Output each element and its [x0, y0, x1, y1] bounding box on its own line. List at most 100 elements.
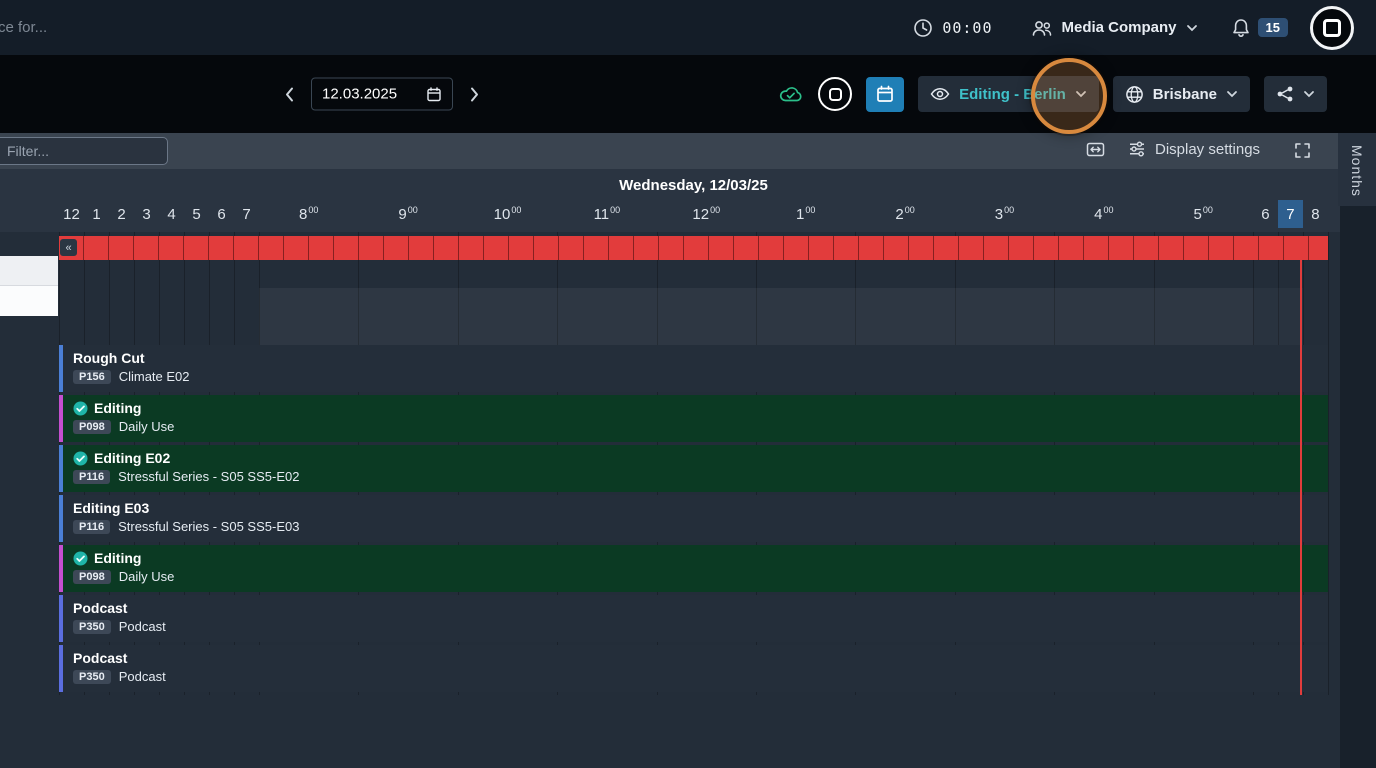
hour-label: 3	[134, 200, 159, 228]
project-name: Podcast	[119, 669, 166, 684]
fullscreen-icon[interactable]	[1294, 142, 1311, 159]
hour-label: 6	[1253, 200, 1278, 228]
view-selector-dropdown[interactable]: Editing - Berlin	[918, 76, 1099, 112]
booking-row-content: Rough Cut P156 Climate E02	[63, 345, 190, 392]
resource-cell-bottom[interactable]	[0, 286, 58, 316]
booking-title-line: Podcast	[73, 650, 166, 666]
avatar[interactable]	[1310, 6, 1354, 50]
project-name: Daily Use	[119, 569, 175, 584]
booking-row[interactable]: Editing E02 P116 Stressful Series - S05 …	[59, 445, 1328, 492]
confirmed-check-icon	[73, 551, 88, 566]
notifications-button[interactable]: 15	[1232, 18, 1288, 38]
view-selector-label: Editing - Berlin	[959, 86, 1066, 103]
share-icon	[1276, 85, 1294, 103]
previous-day-button[interactable]	[278, 82, 300, 106]
booking-row-content: Editing P098 Daily Use	[63, 395, 174, 442]
bell-icon	[1232, 18, 1250, 38]
tab-months[interactable]: Months	[1338, 133, 1376, 206]
share-dropdown[interactable]	[1264, 76, 1327, 112]
hour-label: 1	[84, 200, 109, 228]
project-name: Daily Use	[119, 419, 175, 434]
booking-title-line: Editing	[73, 400, 174, 416]
confirmed-check-icon	[73, 451, 88, 466]
hour-label: 6	[209, 200, 234, 228]
hour-label: 7	[234, 200, 259, 228]
filter-input[interactable]	[0, 137, 168, 165]
project-name: Podcast	[119, 619, 166, 634]
collapse-sidebar-button[interactable]: «	[60, 239, 77, 256]
hour-label: 4	[159, 200, 184, 228]
project-code-badge: P156	[73, 370, 111, 384]
conflict-alert-bar[interactable]	[59, 236, 1328, 260]
booking-subtitle-line: P098 Daily Use	[73, 569, 174, 584]
timeline-date-header: Wednesday, 12/03/25	[59, 177, 1328, 194]
booking-row[interactable]: Editing E03 P116 Stressful Series - S05 …	[59, 495, 1328, 542]
booking-title-line: Editing E03	[73, 500, 299, 516]
chevron-down-icon	[1226, 90, 1238, 98]
time-tracker-widget[interactable]: 00:00	[913, 18, 992, 38]
project-code-badge: P350	[73, 620, 111, 634]
booking-subtitle-line: P156 Climate E02	[73, 369, 190, 384]
hour-label: 1200	[657, 200, 756, 228]
booking-row[interactable]: Editing P098 Daily Use	[59, 395, 1328, 442]
tracked-time-value: 00:00	[942, 19, 992, 37]
booking-row[interactable]: Podcast P350 Podcast	[59, 645, 1328, 692]
project-code-badge: P116	[73, 520, 110, 534]
hour-label: 100	[756, 200, 855, 228]
evening-hours-shading	[1253, 288, 1303, 345]
app-logo-mark	[829, 88, 842, 101]
toolbar: 12.03.2025 Editin	[0, 55, 1376, 133]
resource-cell-top[interactable]	[0, 256, 58, 286]
hour-label: 1000	[458, 200, 557, 228]
booking-row[interactable]: Rough Cut P156 Climate E02	[59, 345, 1328, 392]
notification-count-badge: 15	[1258, 18, 1288, 37]
team-icon	[1031, 19, 1053, 37]
location-selector-label: Brisbane	[1153, 86, 1217, 103]
global-search-input[interactable]: ce for...	[0, 19, 47, 36]
booking-row[interactable]: Editing P098 Daily Use	[59, 545, 1328, 592]
display-settings-button[interactable]: Display settings	[1128, 140, 1260, 158]
company-menu[interactable]: Media Company	[1031, 19, 1198, 37]
hour-label: 2	[109, 200, 134, 228]
calendar-icon	[426, 86, 442, 102]
booking-subtitle-line: P098 Daily Use	[73, 419, 174, 434]
hour-label: 8	[1303, 200, 1328, 228]
toolbar-right-cluster: Editing - Berlin Brisbane	[778, 76, 1327, 112]
booking-row[interactable]: Podcast P350 Podcast	[59, 595, 1328, 642]
project-code-badge: P116	[73, 470, 110, 484]
booking-title: Editing E03	[73, 500, 149, 516]
booking-row-content: Editing P098 Daily Use	[63, 545, 174, 592]
booking-title: Podcast	[73, 600, 127, 616]
booking-row-content: Podcast P350 Podcast	[63, 645, 166, 692]
booking-row-content: Editing E03 P116 Stressful Series - S05 …	[63, 495, 299, 542]
filterbar: Display settings	[0, 133, 1340, 169]
topbar: ce for... 00:00 Media Company	[0, 0, 1376, 55]
cloud-sync-icon[interactable]	[778, 85, 804, 104]
next-day-button[interactable]	[464, 82, 486, 106]
topbar-right-cluster: 00:00 Media Company 15	[913, 6, 1376, 50]
timeline-hour-scale[interactable]: 1212345678009001000110012001002003004005…	[59, 200, 1328, 228]
hour-label: 5	[184, 200, 209, 228]
timeline-header: Wednesday, 12/03/25 12123456780090010001…	[0, 169, 1340, 232]
hour-label: 1100	[557, 200, 656, 228]
months-tab-label: Months	[1349, 145, 1365, 197]
location-selector-dropdown[interactable]: Brisbane	[1113, 76, 1250, 112]
booking-title: Rough Cut	[73, 350, 145, 366]
booking-subtitle-line: P350 Podcast	[73, 669, 166, 684]
booking-title-line: Editing E02	[73, 450, 299, 466]
sliders-icon	[1128, 140, 1146, 158]
calendar-view-button[interactable]	[866, 77, 904, 112]
date-navigation: 12.03.2025	[278, 78, 486, 111]
hour-label: 200	[855, 200, 954, 228]
hour-label: 900	[358, 200, 457, 228]
booking-subtitle-line: P116 Stressful Series - S05 SS5-E02	[73, 469, 299, 484]
booking-title: Editing	[94, 550, 141, 566]
hour-label: 500	[1154, 200, 1253, 228]
current-hour-label: 7	[1278, 200, 1303, 228]
project-code-badge: P098	[73, 570, 111, 584]
project-name: Stressful Series - S05 SS5-E03	[118, 519, 299, 534]
workspace-logo-icon[interactable]	[818, 77, 852, 111]
date-picker-field[interactable]: 12.03.2025	[311, 78, 453, 111]
display-settings-label: Display settings	[1155, 141, 1260, 158]
fit-width-icon[interactable]	[1086, 142, 1105, 157]
